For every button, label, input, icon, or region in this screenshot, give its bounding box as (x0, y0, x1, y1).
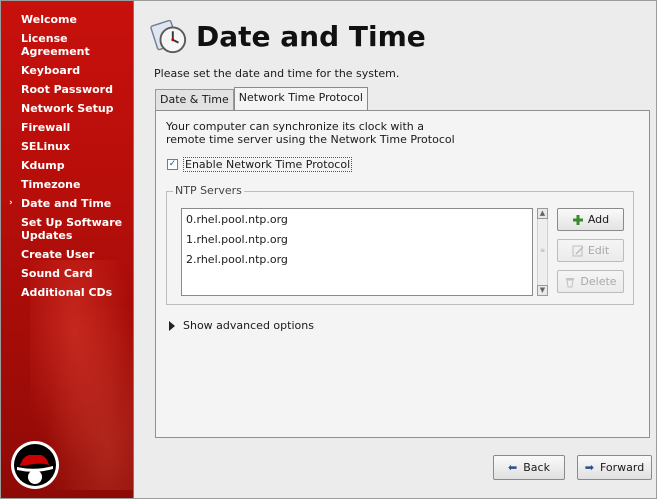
description-line-1: Your computer can synchronize its clock … (166, 120, 425, 133)
sidebar-item-date-and-time: › Date and Time (9, 197, 112, 210)
clock-icon (150, 19, 187, 54)
back-button-label: Back (523, 461, 550, 474)
delete-button[interactable]: Delete (557, 270, 624, 293)
page-title: Date and Time (196, 19, 426, 53)
sidebar-steps: Welcome License Agreement Keyboard Root … (0, 0, 133, 302)
list-item[interactable]: 1.rhel.pool.ntp.org (182, 229, 532, 249)
sidebar-item-firewall: Firewall (21, 121, 71, 134)
sidebar-item-additional-cds: Additional CDs (21, 286, 113, 299)
delete-button-label: Delete (580, 275, 617, 288)
edit-button[interactable]: Edit (557, 239, 624, 262)
back-arrow-icon: ⬅ (508, 461, 518, 474)
page-subtitle: Please set the date and time for the sys… (154, 67, 400, 80)
tab-date-time[interactable]: Date & Time (155, 89, 234, 110)
sidebar-item-welcome: Welcome (21, 13, 77, 26)
sidebar-item-timezone: Timezone (21, 178, 81, 191)
add-button[interactable]: Add (557, 208, 624, 231)
scroll-up-icon[interactable]: ▲ (537, 208, 548, 219)
add-icon (572, 214, 583, 225)
edit-button-label: Edit (587, 244, 610, 257)
description-line-2: remote time server using the Network Tim… (166, 133, 455, 146)
enable-ntp-label[interactable]: Enable Network Time Protocol (183, 157, 353, 172)
checkbox-checked-icon[interactable]: ✓ (167, 159, 178, 170)
show-advanced-options-label[interactable]: Show advanced options (183, 319, 314, 332)
sidebar-item-sound-card: Sound Card (21, 267, 93, 280)
scroll-grip-icon: ≡ (540, 247, 546, 254)
sidebar-item-network-setup: Network Setup (21, 102, 114, 115)
back-button[interactable]: ⬅ Back (493, 455, 565, 480)
forward-arrow-icon: ➡ (584, 461, 594, 474)
sidebar-item-keyboard: Keyboard (21, 64, 81, 77)
scroll-track[interactable]: ≡ (537, 219, 548, 285)
current-step-arrow-icon: › (9, 198, 13, 208)
delete-icon (566, 277, 575, 287)
add-button-label: Add (587, 213, 610, 226)
forward-button-label: Forward (599, 461, 645, 474)
sidebar-item-kdump: Kdump (21, 159, 65, 172)
scroll-down-icon[interactable]: ▼ (537, 285, 548, 296)
ntp-servers-frame: NTP Servers 0.rhel.pool.ntp.org 1.rhel.p… (166, 184, 634, 305)
list-scrollbar[interactable]: ▲ ≡ ▼ (537, 208, 548, 296)
enable-ntp-checkbox[interactable]: ✓ Enable Network Time Protocol (167, 157, 353, 172)
tab-network-time-protocol[interactable]: Network Time Protocol (233, 87, 368, 110)
list-item[interactable]: 2.rhel.pool.ntp.org (182, 249, 532, 269)
edit-icon (572, 245, 584, 256)
tab-bar: Date & Time Network Time Protocol (155, 87, 368, 110)
list-item[interactable]: 0.rhel.pool.ntp.org (182, 209, 532, 229)
show-advanced-options-expander[interactable]: Show advanced options (169, 319, 314, 332)
ntp-servers-label: NTP Servers (173, 184, 244, 197)
sidebar-item-selinux: SELinux (21, 140, 70, 153)
sidebar-item-root-password: Root Password (21, 83, 113, 96)
sidebar: Welcome License Agreement Keyboard Root … (0, 0, 133, 499)
sidebar-item-create-user: Create User (21, 248, 95, 261)
sidebar-item-software-updates: Set Up Software Updates (21, 216, 123, 242)
ntp-servers-list[interactable]: 0.rhel.pool.ntp.org 1.rhel.pool.ntp.org … (181, 208, 533, 296)
forward-button[interactable]: ➡ Forward (577, 455, 652, 480)
page-header: Date and Time (150, 14, 426, 58)
ntp-description: Your computer can synchronize its clock … (166, 120, 455, 146)
main-content: Date and Time Please set the date and ti… (133, 0, 657, 499)
expander-arrow-icon (169, 320, 175, 331)
ntp-panel: Your computer can synchronize its clock … (155, 110, 650, 438)
redhat-logo-icon (11, 441, 59, 489)
sidebar-item-license: License Agreement (21, 32, 90, 58)
